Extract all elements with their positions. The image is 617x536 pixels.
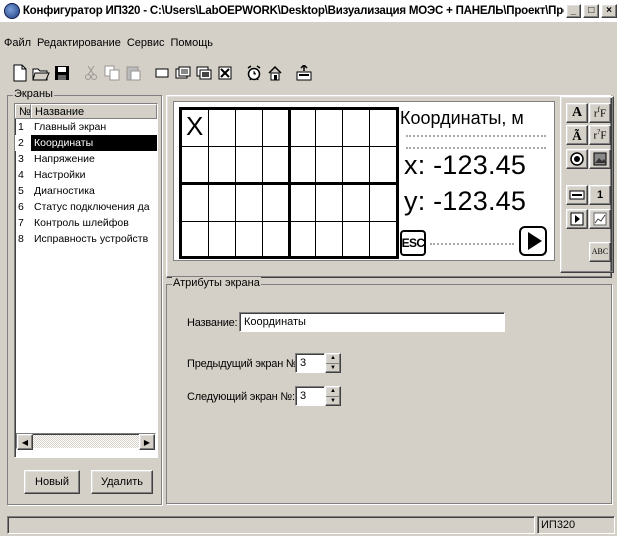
add-screen-icon[interactable] xyxy=(152,63,172,83)
screen-number: 4 xyxy=(18,169,24,181)
alarm-clock-icon[interactable] xyxy=(244,63,264,83)
preview-next-button[interactable] xyxy=(519,226,547,256)
preview-x-value: x: -123.45 xyxy=(404,150,527,180)
screen-name-input[interactable]: Координаты xyxy=(239,312,505,332)
save-icon[interactable] xyxy=(52,63,72,83)
preview-y-value: y: -123.45 xyxy=(404,186,527,216)
scroll-left-arrow[interactable]: ◀ xyxy=(17,434,33,450)
indicator-tool-icon[interactable] xyxy=(566,149,588,169)
spin-down-icon[interactable]: ▼ xyxy=(326,364,340,373)
upload-device-icon[interactable] xyxy=(294,63,314,83)
screen-number: 7 xyxy=(18,217,24,229)
menu-edit[interactable]: Редактирование xyxy=(37,37,121,49)
status-bar: ИП320 xyxy=(0,514,617,536)
next-screen-input[interactable]: 3 xyxy=(295,386,325,406)
image-tool-icon[interactable] xyxy=(589,149,611,169)
screens-list[interactable]: № Название 1 Главный экран 2 Координаты 3 Нап… xyxy=(14,103,158,458)
minimize-button[interactable]: _ xyxy=(565,4,582,18)
spin-up-icon[interactable]: ▲ xyxy=(326,387,340,397)
screen-preview[interactable]: X Координаты, м x: -123.45 y: -123.45 ES… xyxy=(173,101,555,261)
next-screen-label: Следующий экран №: xyxy=(187,391,295,403)
screen-number: 2 xyxy=(15,135,31,151)
new-screen-button[interactable]: Новый xyxy=(24,470,80,494)
screen-number: 5 xyxy=(18,185,24,197)
delete-screen-button[interactable]: Удалить xyxy=(91,470,153,494)
list-item[interactable]: 8 Исправность устройств xyxy=(15,231,157,247)
screen-name: Настройки xyxy=(34,169,86,181)
screens-list-header: № Название xyxy=(15,104,157,119)
list-item[interactable]: 4 Настройки xyxy=(15,167,157,183)
screen-name: Контроль шлейфов xyxy=(34,217,129,229)
play-icon xyxy=(527,232,542,250)
screen-name: Координаты xyxy=(34,137,94,149)
copy-icon[interactable] xyxy=(102,63,122,83)
screen-number: 8 xyxy=(18,233,24,245)
app-icon xyxy=(4,3,20,19)
list-item[interactable]: 6 Статус подключения да xyxy=(15,199,157,215)
list-item[interactable]: 5 Диагностика xyxy=(15,183,157,199)
column-header-number[interactable]: № xyxy=(15,104,31,118)
numeric-field-tool-icon[interactable]: 1 xyxy=(589,185,611,205)
list-item[interactable]: 3 Напряжение xyxy=(15,151,157,167)
spin-down-icon[interactable]: ▼ xyxy=(326,397,340,406)
preview-esc-button[interactable]: ESC xyxy=(400,230,426,256)
copy-screen-icon[interactable] xyxy=(194,63,214,83)
list-item[interactable]: 2 Координаты xyxy=(15,135,157,151)
screen-name: Главный экран xyxy=(34,121,107,133)
preview-title-text: Координаты, м xyxy=(400,108,524,128)
spin-up-icon[interactable]: ▲ xyxy=(326,354,340,364)
menu-service[interactable]: Сервис xyxy=(127,37,165,49)
status-device: ИП320 xyxy=(537,516,615,534)
screen-number: 3 xyxy=(18,153,24,165)
menu-bar: Файл Редактирование Сервис Помощь xyxy=(0,33,617,53)
screen-name: Статус подключения да xyxy=(34,201,150,213)
font-size-tool-icon[interactable]: rfF xyxy=(589,103,611,123)
new-file-icon[interactable] xyxy=(10,63,30,83)
delete-screen-icon[interactable] xyxy=(215,63,235,83)
column-header-name[interactable]: Название xyxy=(31,104,157,118)
home-icon[interactable] xyxy=(265,63,285,83)
element-palette: A rfF Ã r?F 1 ABC xyxy=(560,96,614,273)
name-label: Название: xyxy=(187,317,238,329)
maximize-button[interactable]: □ xyxy=(583,4,600,18)
attributes-group-label: Атрибуты экрана xyxy=(172,277,261,289)
menu-help[interactable]: Помощь xyxy=(171,37,214,49)
paste-icon[interactable] xyxy=(123,63,143,83)
input-field-tool-icon[interactable] xyxy=(566,185,588,205)
list-item[interactable]: 1 Главный экран xyxy=(15,119,157,135)
close-button[interactable]: × xyxy=(601,4,617,18)
graph-tool-icon[interactable] xyxy=(589,209,611,229)
previous-screen-spinner[interactable]: ▲ ▼ xyxy=(325,353,341,373)
screen-name: Исправность устройств xyxy=(34,233,149,245)
title-bar[interactable]: Конфигуратор ИП320 - C:\Users\LabOEPWORK… xyxy=(0,0,617,22)
window-title: Конфигуратор ИП320 - C:\Users\LabOEPWORK… xyxy=(22,5,564,17)
cut-icon[interactable] xyxy=(81,63,101,83)
open-folder-icon[interactable] xyxy=(31,63,51,83)
screen-name: Диагностика xyxy=(34,185,95,197)
preview-x-mark: X xyxy=(186,111,204,141)
screen-image-icon[interactable] xyxy=(173,63,193,83)
screen-number: 6 xyxy=(18,201,24,213)
dynamic-text-tool-icon[interactable]: Ã xyxy=(566,125,588,145)
previous-screen-input[interactable]: 3 xyxy=(295,353,325,373)
preview-grid-widget[interactable]: X xyxy=(179,107,399,259)
horizontal-scrollbar[interactable]: ◀ ▶ xyxy=(16,433,156,450)
next-screen-spinner[interactable]: ▲ ▼ xyxy=(325,386,341,406)
scroll-track[interactable] xyxy=(33,434,139,448)
scroll-right-arrow[interactable]: ▶ xyxy=(139,434,155,450)
screen-number: 1 xyxy=(18,121,24,133)
screens-group-label: Экраны xyxy=(13,88,54,100)
abc-tool-button[interactable]: ABC xyxy=(589,242,611,262)
menu-file[interactable]: Файл xyxy=(4,37,31,49)
screen-name: Напряжение xyxy=(34,153,95,165)
toolbar xyxy=(0,60,617,86)
text-tool-icon[interactable]: A xyxy=(566,103,588,123)
button-tool-icon[interactable] xyxy=(566,209,588,229)
status-panel-main xyxy=(7,516,535,534)
previous-screen-label: Предыдущий экран №: xyxy=(187,358,301,370)
variable-text-tool-icon[interactable]: r?F xyxy=(589,125,611,145)
list-item[interactable]: 7 Контроль шлейфов xyxy=(15,215,157,231)
